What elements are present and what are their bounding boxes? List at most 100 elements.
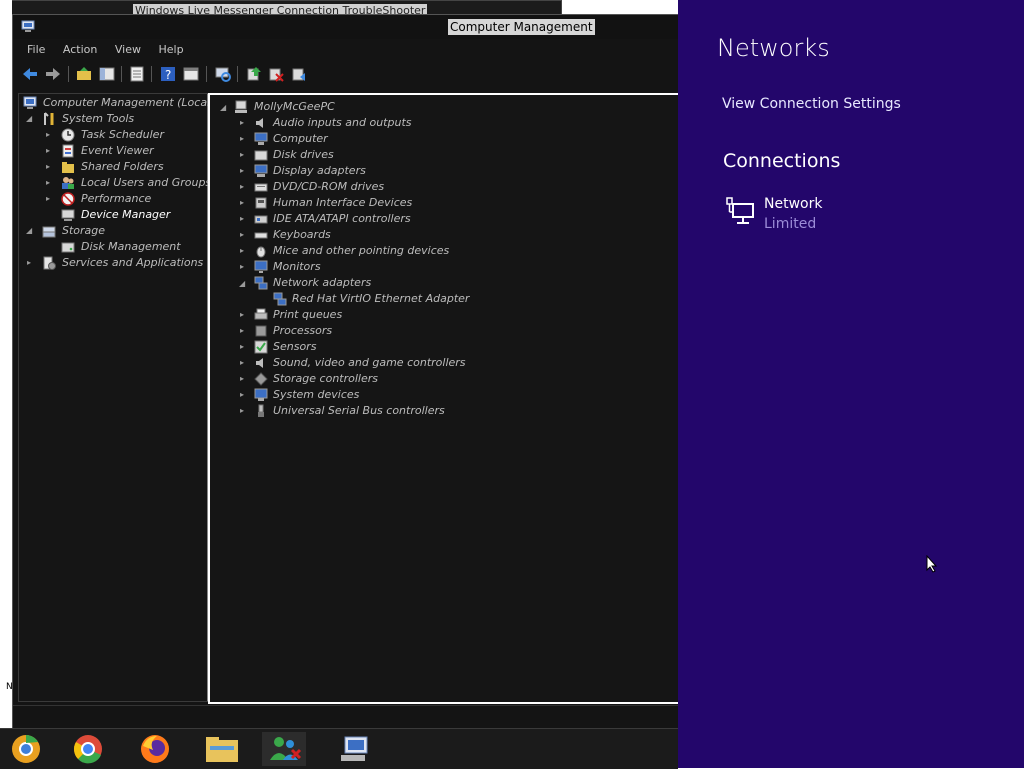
taskbar [0,728,678,769]
collapsed-chevron-icon[interactable]: ▸ [240,167,248,175]
system-devices-icon [254,388,268,401]
device-category-monitors[interactable]: Monitors [273,259,321,275]
tree-computer-management-local[interactable]: Computer Management (Local) [43,95,214,111]
collapsed-chevron-icon[interactable]: ▸ [240,391,248,399]
network-status: Limited [764,216,817,232]
collapsed-chevron-icon[interactable]: ▸ [240,151,248,159]
computer-management-taskbar-icon[interactable] [333,732,377,766]
collapsed-chevron-icon[interactable]: ▸ [240,231,248,239]
uninstall-device-icon[interactable] [267,65,285,83]
status-bar [13,705,679,728]
collapsed-chevron-icon[interactable]: ▸ [240,135,248,143]
wired-network-icon[interactable] [724,196,756,226]
chrome-canary-icon[interactable] [4,732,48,766]
tree-event-viewer[interactable]: Event Viewer [81,143,154,159]
device-category-sound-video-game[interactable]: Sound, video and game controllers [273,355,466,371]
collapsed-chevron-icon[interactable]: ▸ [240,327,248,335]
device-category-hid[interactable]: Human Interface Devices [273,195,412,211]
device-category-audio[interactable]: Audio inputs and outputs [273,115,412,131]
update-driver-icon[interactable] [245,65,263,83]
expanded-chevron-icon[interactable]: ◢ [26,115,34,123]
device-category-print-queues[interactable]: Print queues [273,307,342,323]
device-redhat-virtio-ethernet[interactable]: Red Hat VirtIO Ethernet Adapter [292,291,469,307]
collapsed-chevron-icon[interactable]: ▸ [46,179,54,187]
collapsed-chevron-icon[interactable]: ▸ [240,199,248,207]
forward-arrow-icon[interactable] [44,65,62,83]
device-root-computer-name[interactable]: MollyMcGeePC [254,99,335,115]
collapsed-chevron-icon[interactable]: ▸ [240,183,248,191]
view-connection-settings-link[interactable]: View Connection Settings [722,96,901,112]
network-adapter-icon [254,276,268,290]
device-category-sensors[interactable]: Sensors [273,339,316,355]
device-category-mice[interactable]: Mice and other pointing devices [273,243,449,259]
collapsed-chevron-icon[interactable]: ▸ [240,119,248,127]
scan-hardware-icon[interactable] [214,65,232,83]
title-bar[interactable]: Computer Management [13,15,679,39]
menu-file[interactable]: File [27,41,45,59]
tree-performance[interactable]: Performance [81,191,151,207]
device-manager-icon [61,209,75,221]
collapsed-chevron-icon[interactable]: ▸ [240,343,248,351]
device-category-display-adapters[interactable]: Display adapters [273,163,366,179]
expanded-chevron-icon[interactable]: ◢ [26,227,34,235]
printer-icon [254,308,268,320]
toolbar-separator [206,66,207,82]
tree-shared-folders[interactable]: Shared Folders [81,159,164,175]
tree-storage[interactable]: Storage [62,223,105,239]
help-icon[interactable]: ? [159,65,177,83]
device-category-usb-controllers[interactable]: Universal Serial Bus controllers [273,403,445,419]
tree-task-scheduler[interactable]: Task Scheduler [81,127,164,143]
collapsed-chevron-icon[interactable]: ▸ [27,259,35,267]
keyboard-icon [254,232,268,239]
tree-system-tools[interactable]: System Tools [62,111,134,127]
device-category-computer[interactable]: Computer [273,131,328,147]
tree-local-users-groups[interactable]: Local Users and Groups [81,175,211,191]
console-window-icon[interactable] [182,65,200,83]
firefox-icon[interactable] [133,732,177,766]
show-hide-tree-icon[interactable] [98,65,116,83]
toolbar-separator [151,66,152,82]
svg-text:?: ? [165,68,171,82]
disable-device-icon[interactable] [290,65,308,83]
network-name[interactable]: Network [764,196,822,212]
tree-disk-management[interactable]: Disk Management [81,239,181,255]
connections-heading: Connections [723,150,841,172]
collapsed-chevron-icon[interactable]: ▸ [46,163,54,171]
tree-services-applications[interactable]: Services and Applications [62,255,203,271]
device-category-processors[interactable]: Processors [273,323,332,339]
collapsed-chevron-icon[interactable]: ▸ [46,147,54,155]
device-category-keyboards[interactable]: Keyboards [273,227,331,243]
collapsed-chevron-icon[interactable]: ▸ [240,247,248,255]
device-category-network-adapters[interactable]: Network adapters [273,275,371,291]
collapsed-chevron-icon[interactable]: ▸ [240,407,248,415]
collapsed-chevron-icon[interactable]: ▸ [46,195,54,203]
properties-icon[interactable] [128,65,146,83]
device-category-disk-drives[interactable]: Disk drives [273,147,334,163]
toolbar-separator [121,66,122,82]
storage-controller-icon [254,372,268,386]
expanded-chevron-icon[interactable]: ◢ [220,104,228,112]
back-arrow-icon[interactable] [21,65,39,83]
collapsed-chevron-icon[interactable]: ▸ [46,131,54,139]
collapsed-chevron-icon[interactable]: ▸ [240,359,248,367]
device-category-storage-controllers[interactable]: Storage controllers [273,371,378,387]
menu-help[interactable]: Help [158,41,183,59]
device-category-ide-controllers[interactable]: IDE ATA/ATAPI controllers [273,211,411,227]
device-list-pane[interactable]: ◢ MollyMcGeePC ▸ Audio inputs and output… [208,93,681,704]
tree-device-manager[interactable]: Device Manager [81,207,170,223]
device-category-system-devices[interactable]: System devices [273,387,359,403]
chrome-icon[interactable] [66,732,110,766]
up-folder-icon[interactable] [75,65,93,83]
file-explorer-icon[interactable] [200,732,244,766]
collapsed-chevron-icon[interactable]: ▸ [240,375,248,383]
expanded-chevron-icon[interactable]: ◢ [239,280,247,288]
usb-controller-icon [258,404,264,417]
windows-live-messenger-icon[interactable] [262,732,306,766]
navigation-tree-pane[interactable]: Computer Management (Local) ◢ System Too… [18,93,214,702]
collapsed-chevron-icon[interactable]: ▸ [240,263,248,271]
menu-action[interactable]: Action [63,41,97,59]
menu-view[interactable]: View [115,41,141,59]
device-category-dvd-drives[interactable]: DVD/CD-ROM drives [273,179,384,195]
collapsed-chevron-icon[interactable]: ▸ [240,311,248,319]
collapsed-chevron-icon[interactable]: ▸ [240,215,248,223]
